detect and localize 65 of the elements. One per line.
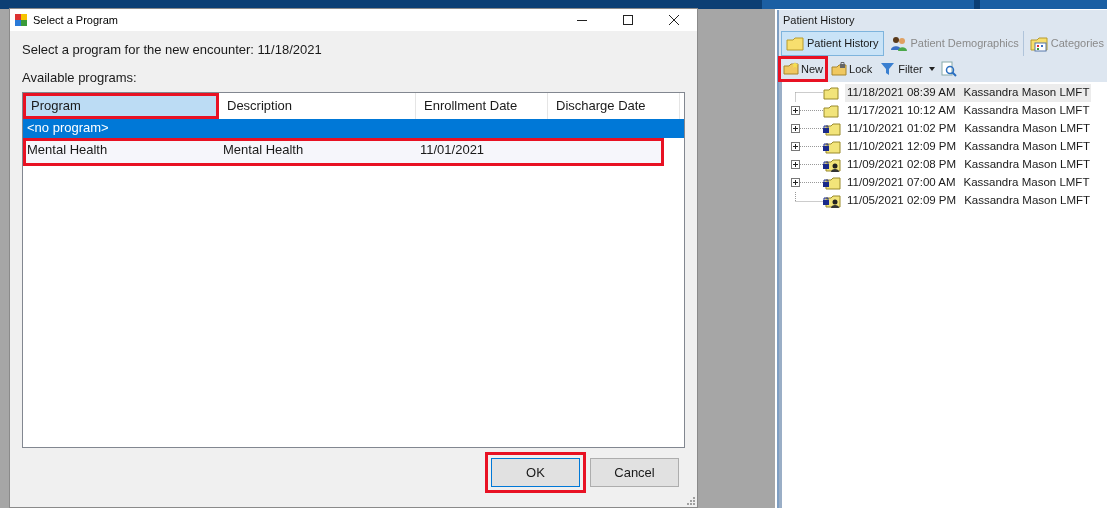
header-tab[interactable] — [762, 0, 974, 9]
table-cell-text: Mental Health — [26, 141, 109, 159]
folder-icon — [786, 35, 804, 52]
history-entry[interactable]: 11/09/2021 07:00 AM Kassandra Mason LMFT — [845, 174, 1092, 192]
toolbar-button[interactable]: Lock — [829, 59, 875, 79]
magnifier-icon — [940, 61, 957, 77]
history-entry[interactable]: 11/05/2021 02:09 PM Kassandra Mason LMFT — [845, 192, 1093, 210]
locked-folder-user-icon — [823, 157, 841, 173]
list-row[interactable]: Mental Health Mental Health 11/01/2021 — [23, 138, 664, 166]
people-icon — [889, 35, 908, 52]
calendar-folder-icon — [1029, 35, 1048, 52]
new-folder-icon — [783, 61, 799, 77]
entry-author: Kassandra Mason LMFT — [963, 85, 1090, 101]
history-entry[interactable]: 11/17/2021 10:12 AM Kassandra Mason LMFT — [845, 102, 1092, 120]
history-entry[interactable]: 11/10/2021 01:02 PM Kassandra Mason LMFT — [845, 120, 1093, 138]
entry-author: Kassandra Mason LMFT — [964, 121, 1091, 137]
entry-date: 11/18/2021 08:39 AM — [847, 85, 956, 101]
entry-author: Kassandra Mason LMFT — [963, 175, 1090, 191]
tab-label: Patient Demographics — [910, 36, 1019, 52]
entry-author: Kassandra Mason LMFT — [963, 103, 1090, 119]
tab-label: Categories — [1050, 36, 1104, 52]
history-entry[interactable]: 11/09/2021 02:08 PM Kassandra Mason LMFT — [845, 156, 1093, 174]
close-icon — [669, 15, 679, 25]
history-entry[interactable]: 11/18/2021 08:39 AM Kassandra Mason LMFT — [845, 84, 1092, 102]
entry-date: 11/10/2021 12:09 PM — [847, 139, 957, 155]
maximize-icon — [623, 15, 633, 25]
panel-tab[interactable]: Patient History — [781, 31, 884, 56]
folder-icon — [823, 85, 841, 101]
toolbar-button[interactable] — [938, 59, 959, 79]
locked-folder-icon — [823, 175, 841, 191]
tree-line — [795, 192, 823, 202]
entry-date: 11/09/2021 02:08 PM — [847, 157, 957, 173]
table-cell-text: 11/01/2021 — [419, 141, 486, 159]
entry-date: 11/05/2021 02:09 PM — [847, 193, 957, 209]
list-label: Available programs: — [22, 69, 138, 87]
entry-author: Kassandra Mason LMFT — [964, 193, 1091, 209]
entry-date: 11/10/2021 01:02 PM — [847, 121, 957, 137]
column-header[interactable]: Program — [23, 93, 219, 119]
toolbar-button[interactable]: New — [781, 59, 825, 79]
entry-date: 11/09/2021 07:00 AM — [847, 175, 956, 191]
resize-grip-icon — [687, 497, 695, 505]
toolbar-button[interactable]: Filter — [878, 59, 925, 79]
filter-icon — [880, 61, 897, 77]
dialog-button[interactable]: OK — [491, 458, 580, 487]
entry-author: Kassandra Mason LMFT — [964, 139, 1091, 155]
tree-line — [795, 92, 823, 102]
folder-icon — [823, 103, 841, 119]
list-row[interactable]: <no program> — [23, 119, 684, 138]
header-tab[interactable] — [980, 0, 1107, 9]
locked-folder-icon — [823, 121, 841, 137]
window-title: Select a Program — [33, 12, 118, 28]
entry-date: 11/17/2021 10:12 AM — [847, 103, 956, 119]
history-entry[interactable]: 11/10/2021 12:09 PM Kassandra Mason LMFT — [845, 138, 1093, 156]
table-cell-text: <no program> — [26, 119, 110, 137]
panel-title: Patient History — [782, 12, 856, 28]
locked-folder-icon — [831, 61, 847, 77]
entry-author: Kassandra Mason LMFT — [964, 157, 1091, 173]
dialog-button[interactable]: Cancel — [590, 458, 679, 487]
locked-folder-user-icon — [823, 193, 841, 209]
app-icon — [15, 14, 27, 26]
locked-folder-icon — [823, 139, 841, 155]
prompt-text: Select a program for the new encounter: 11/18/2021 — [22, 41, 323, 59]
tab-label: Patient History — [807, 36, 879, 52]
table-cell-text: Mental Health — [222, 141, 305, 159]
dropdown-arrow-icon — [928, 67, 935, 71]
